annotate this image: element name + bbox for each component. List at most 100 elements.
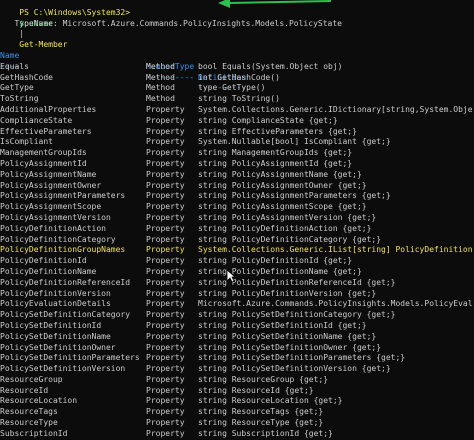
member-name: PolicyAssignmentName <box>0 169 97 179</box>
member-definition: string ResourceTags {get;} <box>198 407 324 417</box>
member-name: PolicyDefinitionCategory <box>0 234 116 244</box>
member-definition: Microsoft.Azure.Commands.PolicyInsights.… <box>198 299 473 309</box>
member-list: Equals Method bool Equals(System.Object ob… <box>0 62 474 440</box>
member-type: Property <box>146 245 185 255</box>
member-name: SubscriptionId <box>0 428 68 438</box>
member-name: ResourceId <box>0 385 49 395</box>
member-type: Property <box>146 212 185 222</box>
member-definition: string PolicySetDefinitionId {get;} <box>198 320 367 330</box>
member-definition: string PolicyDefinitionVersion {get;} <box>198 288 377 298</box>
member-row: PolicyAssignmentScope Property string Poli… <box>0 202 474 213</box>
member-definition: string SubscriptionId {get;} <box>198 428 333 438</box>
member-definition: string ResourceType {get;} <box>198 418 324 428</box>
member-type: Method <box>146 83 175 93</box>
member-name: PolicyAssignmentParameters <box>0 191 126 201</box>
member-definition: string ResourceLocation {get;} <box>198 396 343 406</box>
member-type: Property <box>146 158 185 168</box>
member-name: GetHashCode <box>0 72 53 82</box>
column-underline-row: ---- ---------- ---------- <box>0 51 474 93</box>
member-name: ResourceLocation <box>0 396 78 406</box>
typename-line: TypeName: Microsoft.Azure.Commands.Polic… <box>0 18 342 28</box>
member-name: ResourceTags <box>0 407 58 417</box>
member-definition: string PolicyAssignmentId {get;} <box>198 158 353 168</box>
member-type: Property <box>146 256 185 266</box>
member-type: Method <box>146 72 175 82</box>
member-row: ResourceTags Property string ResourceTags … <box>0 407 474 418</box>
member-name: PolicyDefinitionVersion <box>0 288 111 298</box>
member-definition: string ComplianceState {get;} <box>198 115 338 125</box>
member-definition: string ToString() <box>198 94 280 104</box>
member-type: Property <box>146 342 185 352</box>
member-type: Property <box>146 310 185 320</box>
member-row: PolicyDefinitionName Property string Polic… <box>0 267 474 278</box>
member-row: PolicyAssignmentId Property string PolicyA… <box>0 159 474 170</box>
member-name: PolicySetDefinitionId <box>0 320 102 330</box>
member-type: Property <box>146 234 185 244</box>
member-row: GetHashCode Method int GetHashCode() <box>0 73 474 84</box>
member-definition: string PolicySetDefinitionParameters {ge… <box>198 353 406 363</box>
member-row: PolicyAssignmentParameters Property string… <box>0 191 474 202</box>
member-definition: int GetHashCode() <box>198 72 280 82</box>
member-row: PolicyDefinitionReferenceId Property strin… <box>0 278 474 289</box>
member-definition: string PolicyAssignmentVersion {get;} <box>198 212 377 222</box>
member-type: Property <box>146 374 185 384</box>
member-definition: string ResourceId {get;} <box>198 385 314 395</box>
member-name: ComplianceState <box>0 115 73 125</box>
member-name: ResourceGroup <box>0 374 63 384</box>
member-type: Property <box>146 353 185 363</box>
member-row: PolicyDefinitionAction Property string Pol… <box>0 224 474 235</box>
member-row: IsCompliant Property System.Nullable[bool]… <box>0 137 474 148</box>
member-name: PolicyAssignmentId <box>0 158 87 168</box>
member-name: PolicySetDefinitionOwner <box>0 342 116 352</box>
member-row: ResourceLocation Property string ResourceL… <box>0 396 474 407</box>
member-type: Method <box>146 61 175 71</box>
member-row: PolicySetDefinitionOwner Property string P… <box>0 343 474 354</box>
member-row: PolicyAssignmentOwner Property string Poli… <box>0 181 474 192</box>
member-type: Property <box>146 223 185 233</box>
member-type: Property <box>146 104 185 114</box>
member-row: EffectiveParameters Property string Effect… <box>0 127 474 138</box>
member-definition: string ManagementGroupIds {get;} <box>198 148 353 158</box>
member-name: Equals <box>0 61 29 71</box>
member-type: Property <box>146 191 185 201</box>
member-definition: string EffectiveParameters {get;} <box>198 126 357 136</box>
member-name: PolicyDefinitionAction <box>0 223 106 233</box>
member-row: ResourceId Property string ResourceId {get… <box>0 386 474 397</box>
member-definition: string PolicyDefinitionCategory {get;} <box>198 234 382 244</box>
member-row: ManagementGroupIds Property string Managem… <box>0 148 474 159</box>
member-definition: System.Collections.Generic.IList[string]… <box>198 245 473 255</box>
member-name: IsCompliant <box>0 137 53 147</box>
powershell-terminal[interactable]: PS C:\Windows\System32> $outvar | Get-Me… <box>0 0 474 440</box>
member-row: PolicyDefinitionGroupNames Property System… <box>0 245 474 256</box>
member-name: PolicyDefinitionId <box>0 256 87 266</box>
member-name: ResourceType <box>0 418 58 428</box>
member-type: Property <box>146 385 185 395</box>
member-definition: System.Nullable[bool] IsCompliant {get;} <box>198 137 391 147</box>
member-row: PolicyEvaluationDetails Property Microsoft… <box>0 299 474 310</box>
member-type: Property <box>146 364 185 374</box>
member-definition: string PolicyDefinitionId {get;} <box>198 256 353 266</box>
member-definition: string PolicySetDefinitionName {get;} <box>198 331 377 341</box>
member-type: Property <box>146 396 185 406</box>
member-type: Property <box>146 266 185 276</box>
member-definition: string PolicyAssignmentName {get;} <box>198 169 362 179</box>
member-row: PolicyDefinitionVersion Property string Po… <box>0 289 474 300</box>
member-row: ResourceType Property string ResourceType … <box>0 418 474 429</box>
member-type: Property <box>146 331 185 341</box>
member-row: PolicySetDefinitionVersion Property string… <box>0 364 474 375</box>
member-type: Property <box>146 202 185 212</box>
member-row: AdditionalProperties Property System.Colle… <box>0 105 474 116</box>
mouse-cursor-icon <box>226 269 236 283</box>
member-type: Property <box>146 169 185 179</box>
member-row: ComplianceState Property string Compliance… <box>0 116 474 127</box>
member-name: PolicyDefinitionName <box>0 266 97 276</box>
member-type: Property <box>146 277 185 287</box>
member-row: PolicyDefinitionId Property string PolicyD… <box>0 256 474 267</box>
member-definition: System.Collections.Generic.IDictionary[s… <box>198 104 473 114</box>
member-definition: string ResourceGroup {get;} <box>198 374 329 384</box>
member-name: ToString <box>0 94 39 104</box>
member-row: PolicySetDefinitionParameters Property str… <box>0 353 474 364</box>
member-type: Property <box>146 288 185 298</box>
